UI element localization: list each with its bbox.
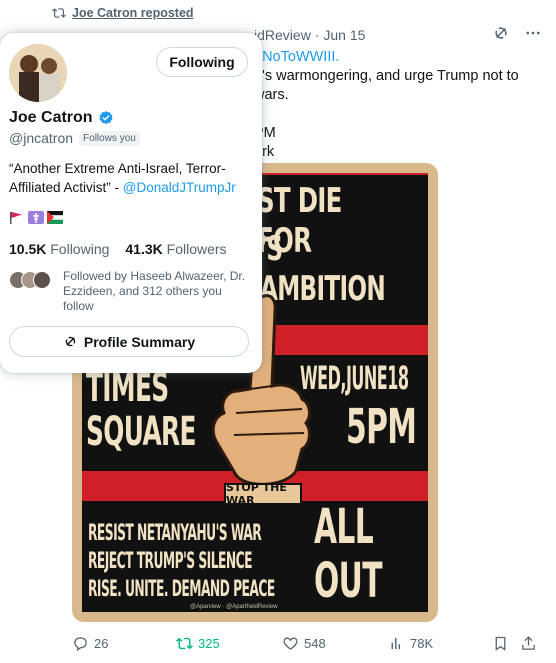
poster-slogan-3: RISE. UNITE. DEMAND PEACE	[88, 577, 275, 602]
reply-icon	[74, 636, 87, 651]
profile-name[interactable]: Joe Catron	[9, 109, 93, 127]
profile-handle[interactable]: @jncatron	[9, 130, 73, 146]
heart-icon	[283, 637, 298, 650]
tweet-action-bar: 26 325 548 78K	[72, 633, 542, 653]
grok-icon[interactable]	[492, 24, 510, 42]
followers-label: Followers	[166, 241, 227, 257]
repost-icon	[52, 8, 66, 18]
grok-icon	[65, 336, 76, 347]
poster-all: ALL	[314, 499, 374, 555]
following-button[interactable]: Following	[156, 47, 248, 77]
views-count: 78K	[410, 635, 434, 651]
repost-indicator: Joe Catron reposted	[52, 6, 194, 20]
hashtag-link[interactable]: #NoToWWIII.	[254, 48, 544, 67]
poster-slogan-1: RESIST NETANYAHU'S WAR	[88, 521, 262, 546]
followed-by-avatars	[9, 271, 53, 291]
followers-count: 41.3K	[125, 241, 163, 257]
tweet-text-line	[254, 105, 544, 124]
share-icon	[522, 635, 535, 650]
tweet-text: #NoToWWIII. u's warmongering, and urge T…	[254, 48, 544, 162]
followed-by-text: Followed by Haseeb Alwazeer, Dr. Ezzidee…	[63, 269, 246, 313]
views-icon	[391, 637, 401, 649]
poster-time: 5PM	[346, 399, 417, 455]
more-icon[interactable]	[524, 24, 542, 42]
tweet-text-line: u's warmongering, and urge Trump not to	[254, 68, 519, 84]
poster-date: WED,JUNE18	[300, 359, 409, 397]
tweet-text-line: ork	[254, 144, 275, 160]
bio-mention-link[interactable]: @DonaldJTrumpJr	[123, 180, 236, 195]
profile-stats: 10.5K Following 41.3K Followers	[9, 241, 227, 257]
profile-bio: “Another Extreme Anti-Israel, Terror-Aff…	[9, 159, 257, 197]
followed-by[interactable]: Followed by Haseeb Alwazeer, Dr. Ezzidee…	[9, 269, 253, 314]
repost-user-link[interactable]: Joe Catron reposted	[72, 6, 194, 20]
profile-summary-label: Profile Summary	[83, 333, 196, 350]
follows-you-badge: Follows you	[79, 130, 140, 146]
poster-slogan-2: REJECT TRUMP'S SILENCE	[88, 549, 252, 574]
repost-button[interactable]: 325	[176, 635, 220, 652]
verified-badge-icon	[99, 111, 113, 125]
bio-emoji-flags	[9, 211, 63, 224]
avatar[interactable]	[9, 44, 67, 102]
avatar-photo	[9, 44, 67, 102]
bookmark-icon	[495, 636, 506, 651]
orthodox-cross-icon	[28, 211, 44, 224]
reply-count: 26	[94, 635, 109, 651]
following-stat[interactable]: 10.5K Following	[9, 241, 109, 257]
bookmark-button[interactable]	[492, 635, 509, 652]
profile-handle-row: @jncatron Follows you	[9, 130, 140, 146]
red-flag-icon	[10, 212, 22, 224]
tweet-header-actions	[492, 24, 542, 42]
like-button[interactable]: 548	[282, 635, 326, 652]
palestine-flag-icon	[47, 211, 63, 224]
tweet-text-line: wars.	[254, 87, 289, 103]
poster-out: OUT !	[314, 553, 383, 612]
tweet-text-line: PM	[254, 125, 276, 141]
tweet-header: idReview · Jun 15	[254, 27, 365, 43]
author-handle[interactable]: idReview	[254, 27, 311, 43]
views-button[interactable]: 78K	[388, 635, 433, 652]
share-button[interactable]	[520, 635, 537, 652]
repost-count: 325	[198, 635, 220, 651]
poster-square: SQUARE	[86, 409, 196, 455]
following-count: 10.5K	[9, 241, 47, 257]
followers-stat[interactable]: 41.3K Followers	[125, 241, 226, 257]
stop-the-war-label: STOP THE WAR	[224, 481, 302, 507]
tweet-date[interactable]: · Jun 15	[315, 27, 366, 43]
profile-name-row: Joe Catron	[9, 109, 114, 127]
following-label: Following	[50, 241, 110, 257]
profile-summary-button[interactable]: Profile Summary	[9, 326, 249, 357]
reply-button[interactable]: 26	[72, 635, 108, 652]
poster-credit: @Aparview · @ApartheidReview	[190, 604, 278, 610]
like-count: 548	[304, 635, 326, 651]
repost-icon	[176, 637, 193, 649]
avatar	[33, 271, 51, 289]
profile-hovercard: Following Joe Catron @jncatron Follows y…	[0, 33, 262, 373]
